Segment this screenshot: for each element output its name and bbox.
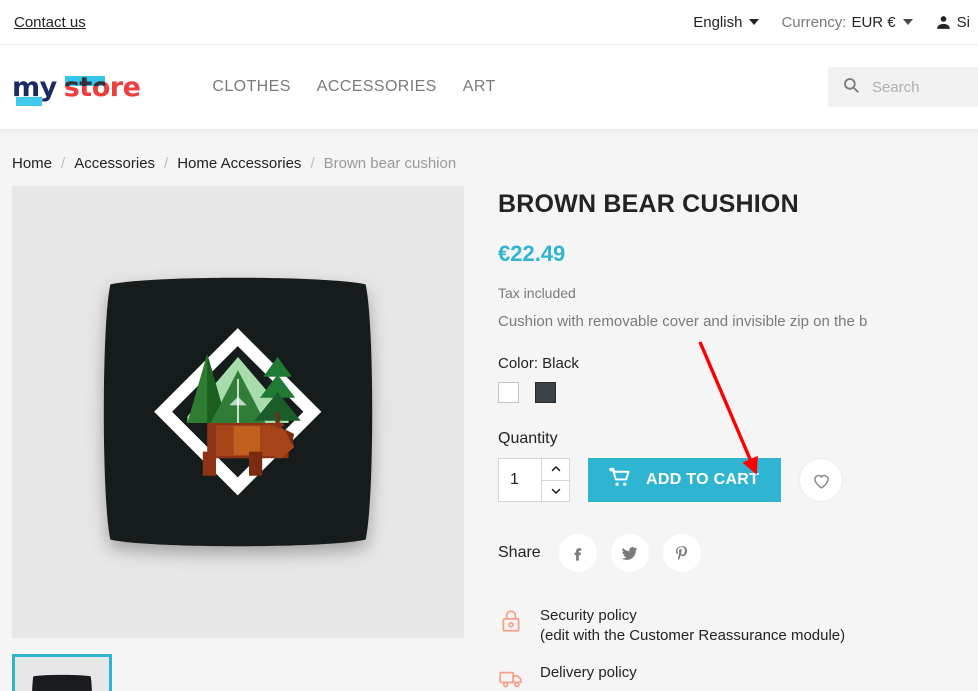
product-price: €22.49 <box>498 241 566 266</box>
color-swatch-white[interactable] <box>498 382 519 403</box>
chevron-down-icon <box>749 19 760 25</box>
quantity-stepper <box>498 458 570 502</box>
add-to-cart-button[interactable]: ADD TO CART <box>588 458 782 502</box>
main-navigation: CLOTHES ACCESSORIES ART <box>212 78 495 96</box>
top-bar-right: English Currency: EUR € Si <box>693 13 970 31</box>
nav-item-art[interactable]: ART <box>463 78 496 96</box>
product-description: Cushion with removable cover and invisib… <box>498 313 868 330</box>
nav-item-clothes[interactable]: CLOTHES <box>212 78 290 96</box>
policy-delivery-title: Delivery policy <box>540 663 637 681</box>
twitter-icon <box>621 546 638 560</box>
policy-security-text: Security policy (edit with the Customer … <box>540 606 845 647</box>
shopping-cart-icon <box>608 466 631 494</box>
chevron-down-icon <box>551 488 560 494</box>
policy-security[interactable]: Security policy (edit with the Customer … <box>498 606 978 647</box>
person-icon <box>935 14 952 31</box>
pinterest-share-button[interactable] <box>662 534 701 572</box>
reassurance-policies: Security policy (edit with the Customer … <box>498 606 978 691</box>
color-swatch-black[interactable] <box>535 382 556 403</box>
top-bar: Contact us English Currency: EUR € Si <box>0 0 978 44</box>
policy-delivery[interactable]: Delivery policy <box>498 663 978 691</box>
nav-item-accessories[interactable]: ACCESSORIES <box>317 78 437 96</box>
policy-delivery-text: Delivery policy <box>540 663 637 683</box>
product-page: Contact us English Currency: EUR € Si my… <box>0 0 978 691</box>
add-to-cart-label: ADD TO CART <box>646 471 760 488</box>
variant-label: Color: Black <box>498 355 579 372</box>
sign-in-link[interactable]: Si <box>935 14 970 31</box>
truck-icon <box>498 663 526 691</box>
search-icon <box>842 76 860 99</box>
contact-us-link[interactable]: Contact us <box>14 14 86 31</box>
policy-security-subtitle: (edit with the Customer Reassurance modu… <box>540 627 846 645</box>
breadcrumb-item-current: Brown bear cushion <box>323 155 457 172</box>
twitter-share-button[interactable] <box>610 534 649 572</box>
cushion-thumbnail-illustration <box>32 674 92 691</box>
language-label: English <box>693 13 743 31</box>
breadcrumb-item-accessories[interactable]: Accessories <box>74 155 155 172</box>
logo-text-store: store <box>63 71 141 103</box>
product-gallery <box>12 186 464 691</box>
breadcrumb-separator: / <box>61 155 66 172</box>
main-bar: my store CLOTHES ACCESSORIES ART <box>0 45 978 129</box>
breadcrumb-separator: / <box>164 155 169 172</box>
product-main: BROWN BEAR CUSHION €22.49 Tax included C… <box>0 186 978 691</box>
language-selector[interactable]: English <box>693 13 760 31</box>
site-header: Contact us English Currency: EUR € Si my… <box>0 0 978 135</box>
quantity-increase-button[interactable] <box>542 459 569 481</box>
thumbnail-strip <box>12 654 464 691</box>
cushion-illustration <box>103 277 373 547</box>
breadcrumb-item-home[interactable]: Home <box>12 155 52 172</box>
logo-text-my: my <box>12 71 57 106</box>
share-row: Share <box>498 534 978 572</box>
tax-note: Tax included <box>498 285 576 301</box>
quantity-input[interactable] <box>498 458 542 502</box>
variant-selector: Color: Black <box>498 355 978 403</box>
color-swatches <box>498 382 978 403</box>
lock-icon <box>498 606 526 639</box>
breadcrumb-separator: / <box>310 155 315 172</box>
search-input[interactable] <box>872 78 978 96</box>
quantity-label: Quantity <box>498 430 558 447</box>
currency-value: EUR € <box>851 13 896 31</box>
facebook-share-button[interactable] <box>558 534 597 572</box>
product-image-main[interactable] <box>12 186 464 638</box>
sign-in-label: Si <box>956 13 970 31</box>
share-label: Share <box>498 544 541 561</box>
product-info: BROWN BEAR CUSHION €22.49 Tax included C… <box>498 186 978 691</box>
thumbnail-1[interactable] <box>12 654 112 691</box>
breadcrumb: Home / Accessories / Home Accessories / … <box>0 135 978 186</box>
product-title: BROWN BEAR CUSHION <box>498 190 799 218</box>
heart-icon <box>813 474 829 489</box>
buy-row: ADD TO CART <box>498 458 978 502</box>
policy-security-title: Security policy <box>540 607 637 624</box>
chevron-up-icon <box>551 466 560 472</box>
chevron-down-icon <box>902 19 913 25</box>
site-logo[interactable]: my store <box>12 71 141 106</box>
breadcrumb-item-home-accessories[interactable]: Home Accessories <box>177 155 301 172</box>
wishlist-button[interactable] <box>799 458 844 502</box>
currency-label: Currency: <box>781 13 847 31</box>
currency-selector[interactable]: Currency: EUR € <box>781 13 913 31</box>
quantity-stepper-buttons <box>542 458 570 502</box>
quantity-decrease-button[interactable] <box>542 480 569 501</box>
search-box[interactable] <box>828 67 978 107</box>
facebook-icon <box>574 547 582 561</box>
pinterest-icon <box>676 545 688 560</box>
